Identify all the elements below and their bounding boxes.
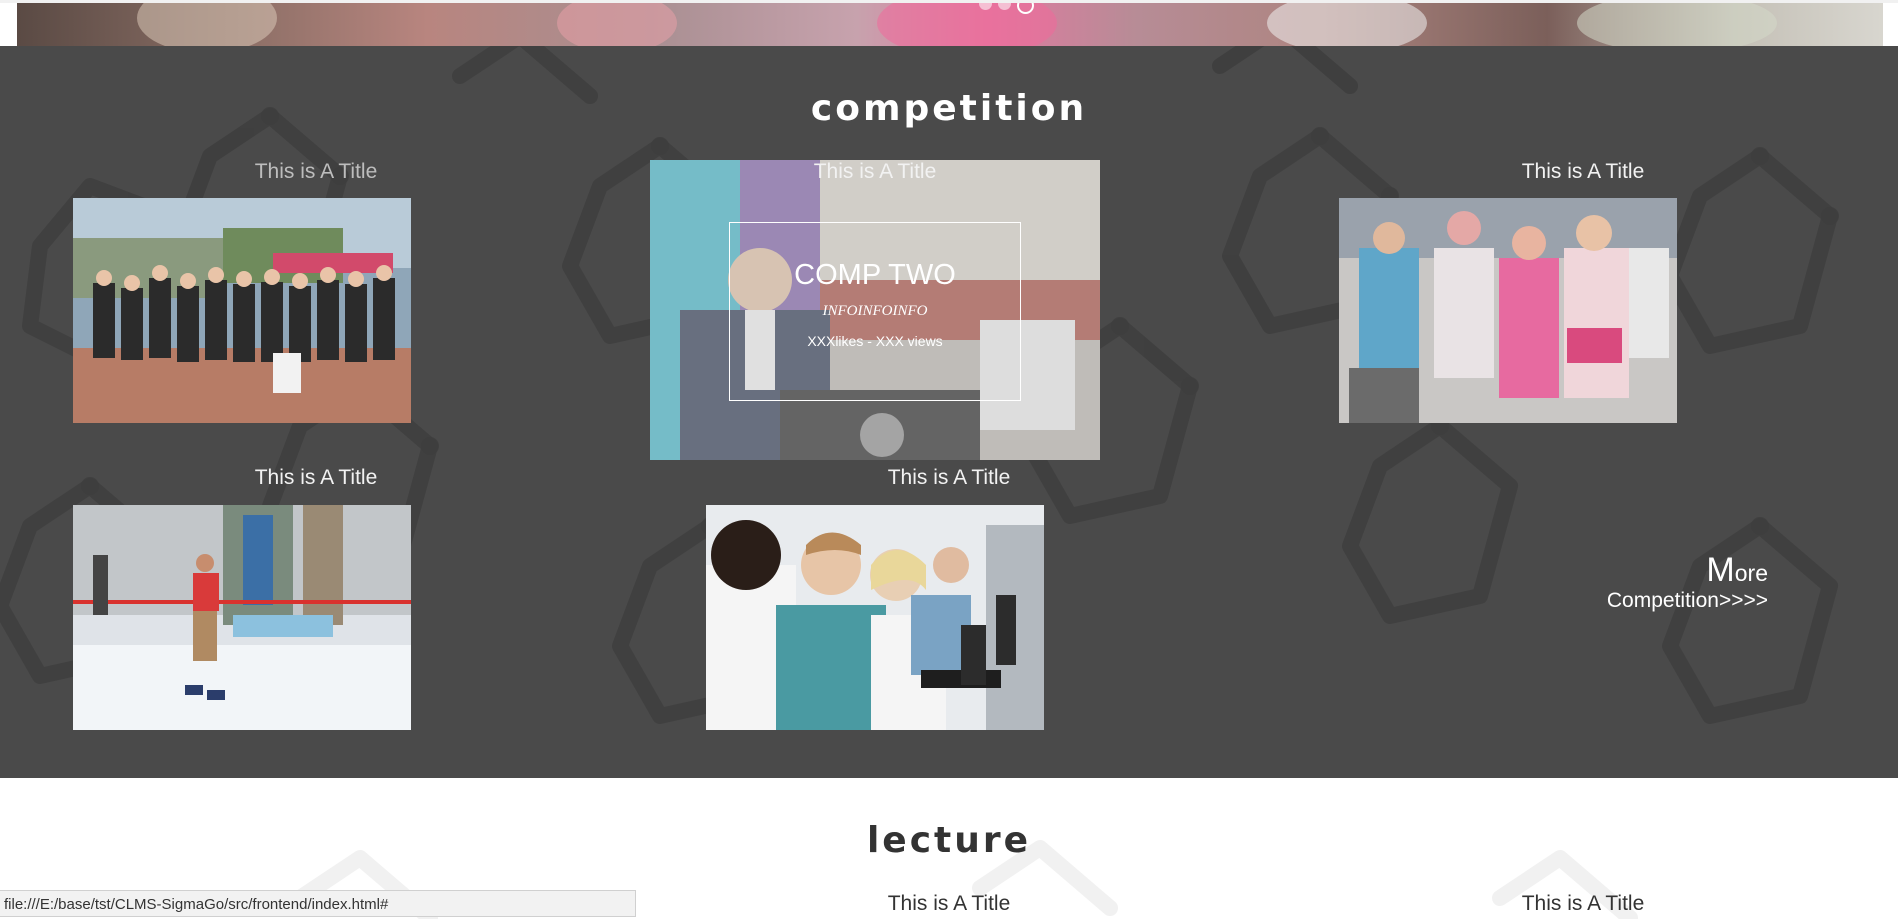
hero-carousel[interactable] xyxy=(17,3,1883,46)
team-photo-image xyxy=(73,198,411,423)
card-title[interactable]: This is A Title xyxy=(1383,160,1783,184)
competition-heading: competition xyxy=(810,88,1088,129)
more-competition[interactable]: More Competition>>>> xyxy=(1607,551,1768,614)
card-title[interactable]: This is A Title xyxy=(1383,892,1783,916)
card-image-students[interactable] xyxy=(706,505,1044,730)
card-image-team-photo[interactable] xyxy=(73,198,411,423)
card-title[interactable]: This is A Title xyxy=(749,466,1149,490)
card-title[interactable]: This is A Title xyxy=(116,160,516,184)
carousel-dot[interactable] xyxy=(979,3,992,10)
card-title[interactable]: This is A Title xyxy=(116,466,516,490)
card-title[interactable]: This is A Title xyxy=(675,160,1075,184)
featured-stats: XXXlikes - XXX views xyxy=(807,333,943,349)
competition-section: competition This is A Title This is A Ti… xyxy=(0,46,1898,778)
color-run-image xyxy=(1339,198,1677,423)
featured-heading: COMP TWO xyxy=(794,259,956,291)
carousel-dots xyxy=(979,3,1034,14)
card-image-color-run[interactable] xyxy=(1339,198,1677,423)
browser-status-bar: file:///E:/base/tst/CLMS-SigmaGo/src/fro… xyxy=(0,890,636,917)
more-competition-link[interactable]: Competition>>>> xyxy=(1607,588,1768,614)
carousel-dot[interactable] xyxy=(998,3,1011,10)
ice-skater-image xyxy=(73,505,411,730)
students-computers-image xyxy=(706,505,1044,730)
carousel-dot-active[interactable] xyxy=(1017,3,1034,14)
card-title[interactable]: This is A Title xyxy=(749,892,1149,916)
featured-subtitle: INFOINFOINFO xyxy=(822,303,928,319)
lecture-heading: lecture xyxy=(866,820,1032,861)
card-image-ice-skater[interactable] xyxy=(73,505,411,730)
more-label: More xyxy=(1706,551,1768,589)
featured-info-frame: COMP TWO INFOINFOINFO XXXlikes - XXX vie… xyxy=(729,222,1021,401)
featured-card[interactable]: This is A Title COMP TWO INFOINFOINFO XX… xyxy=(650,160,1100,460)
